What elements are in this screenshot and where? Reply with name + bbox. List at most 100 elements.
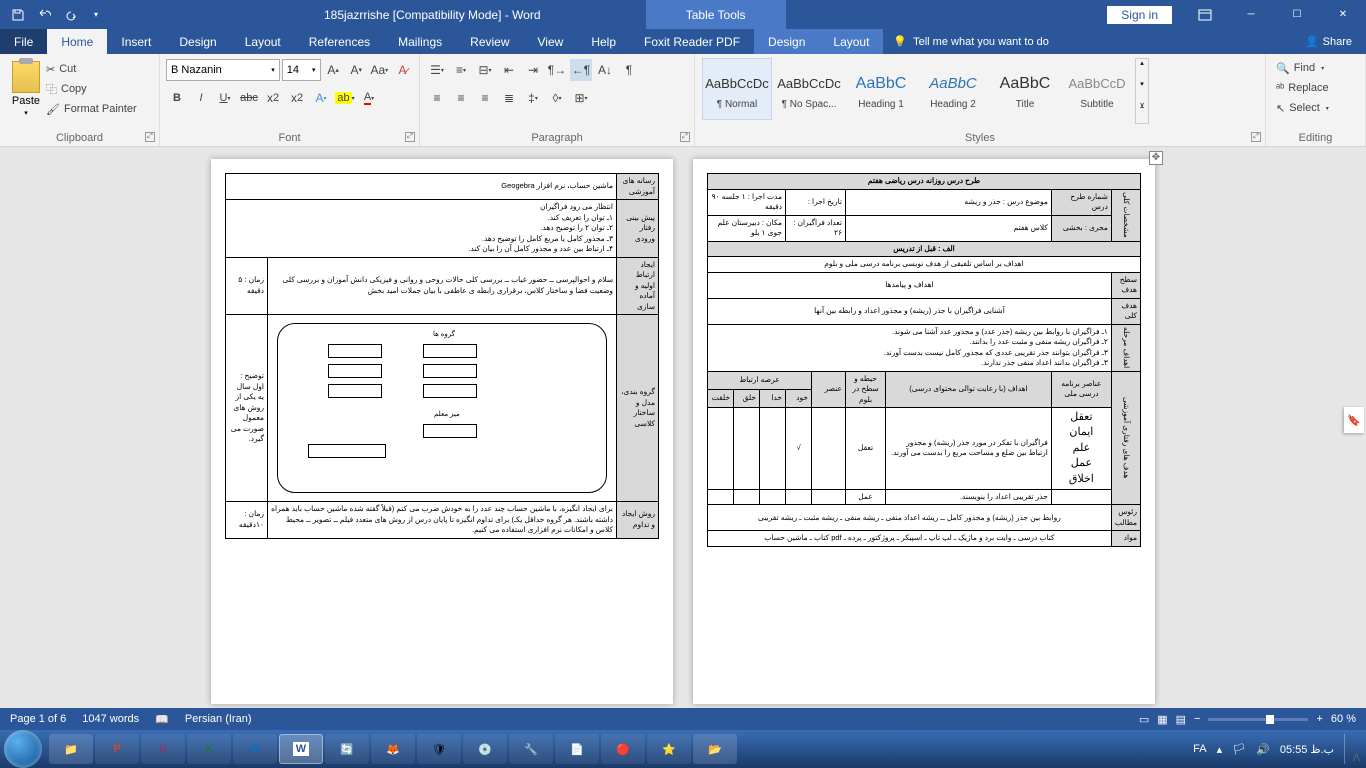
task-powerpoint[interactable]: P	[95, 734, 139, 764]
tab-view[interactable]: View	[524, 29, 578, 54]
undo-icon[interactable]	[32, 4, 56, 26]
align-right-button[interactable]: ≡	[474, 87, 496, 109]
font-size-combo[interactable]: 14▾	[282, 59, 321, 81]
zoom-out-button[interactable]: −	[1194, 713, 1200, 725]
sign-in-button[interactable]: Sign in	[1107, 6, 1172, 24]
text-effects-button[interactable]: A▾	[310, 87, 332, 109]
table-move-handle[interactable]: ✥	[1149, 151, 1163, 165]
task-onenote[interactable]: N	[141, 734, 185, 764]
font-name-combo[interactable]: B Nazanin▾	[166, 59, 280, 81]
collapse-ribbon-icon[interactable]: ᐱ	[1353, 753, 1360, 764]
task-app4[interactable]: 🔧	[509, 734, 553, 764]
language-indicator[interactable]: Persian (Iran)	[185, 713, 252, 725]
ribbon-display-icon[interactable]	[1182, 0, 1228, 29]
tell-me-search[interactable]: 💡Tell me what you want to do	[883, 35, 1058, 48]
word-count[interactable]: 1047 words	[82, 713, 139, 725]
style-subtitle[interactable]: AaBbCcDSubtitle	[1062, 58, 1132, 120]
grow-font-button[interactable]: A▴	[323, 59, 344, 81]
tray-clock[interactable]: ب.ظ 05:55	[1280, 743, 1334, 756]
tab-insert[interactable]: Insert	[107, 29, 165, 54]
subscript-button[interactable]: x2	[262, 87, 284, 109]
task-app3[interactable]: 💿	[463, 734, 507, 764]
tray-lang[interactable]: FA	[1193, 743, 1206, 755]
save-icon[interactable]	[6, 4, 30, 26]
select-button[interactable]: ↖Select▾	[1272, 98, 1359, 118]
task-word[interactable]: W	[279, 734, 323, 764]
task-explorer[interactable]: 📁	[49, 734, 93, 764]
dialog-launcher-icon[interactable]: ⤢	[680, 132, 690, 142]
task-app5[interactable]: 📄	[555, 734, 599, 764]
format-painter-button[interactable]: 🖌Format Painter	[46, 100, 137, 118]
task-app1[interactable]: 🔄	[325, 734, 369, 764]
styles-gallery[interactable]: AaBbCcDc¶ Normal AaBbCcDc¶ No Spac... Aa…	[701, 56, 1259, 126]
print-layout-icon[interactable]: ▦	[1157, 713, 1167, 726]
ltr-button[interactable]: ¶→	[546, 59, 568, 81]
tray-volume-icon[interactable]: 🔊	[1256, 743, 1270, 756]
task-firefox[interactable]: 🦊	[371, 734, 415, 764]
start-button[interactable]	[4, 730, 42, 768]
style-heading2[interactable]: AaBbCHeading 2	[918, 58, 988, 120]
rtl-button[interactable]: ←¶	[570, 59, 592, 81]
decrease-indent-button[interactable]: ⇤	[498, 59, 520, 81]
tab-home[interactable]: Home	[47, 29, 107, 54]
document-area[interactable]: رسانه های آموزشیماشین حساب، نرم افزار Ge…	[0, 147, 1366, 708]
tab-design[interactable]: Design	[165, 29, 230, 54]
tray-flag-icon[interactable]: 🏳	[1232, 743, 1246, 756]
tab-references[interactable]: References	[295, 29, 384, 54]
dialog-launcher-icon[interactable]: ⤢	[145, 132, 155, 142]
task-excel[interactable]: X	[187, 734, 231, 764]
web-layout-icon[interactable]: ▤	[1176, 713, 1186, 726]
task-outlook[interactable]: O	[233, 734, 277, 764]
spellcheck-icon[interactable]: 📖	[155, 713, 169, 726]
minimize-button[interactable]: ─	[1228, 0, 1274, 29]
style-heading1[interactable]: AaBbCHeading 1	[846, 58, 916, 120]
highlight-button[interactable]: ab▾	[334, 87, 356, 109]
copy-button[interactable]: ⿻Copy	[46, 80, 137, 98]
replace-button[interactable]: ᵃᵇReplace	[1272, 78, 1359, 98]
line-spacing-button[interactable]: ‡▾	[522, 87, 544, 109]
show-desktop[interactable]	[1344, 734, 1352, 764]
qat-more-icon[interactable]: ▾	[84, 4, 108, 26]
style-no-spacing[interactable]: AaBbCcDc¶ No Spac...	[774, 58, 844, 120]
gallery-up-icon[interactable]: ▴	[1136, 59, 1148, 80]
align-center-button[interactable]: ≡	[450, 87, 472, 109]
tray-up-icon[interactable]: ▴	[1217, 743, 1223, 756]
underline-button[interactable]: U▾	[214, 87, 236, 109]
tab-layout[interactable]: Layout	[231, 29, 295, 54]
task-folder[interactable]: 📂	[693, 734, 737, 764]
borders-button[interactable]: ⊞▾	[570, 87, 592, 109]
close-button[interactable]: ✕	[1320, 0, 1366, 29]
zoom-slider[interactable]	[1208, 718, 1308, 721]
sort-button[interactable]: A↓	[594, 59, 616, 81]
show-marks-button[interactable]: ¶	[618, 59, 640, 81]
gallery-more-icon[interactable]: ⊻	[1136, 102, 1148, 123]
share-button[interactable]: 👤Share	[1291, 35, 1366, 48]
task-app6[interactable]: ⭐	[647, 734, 691, 764]
zoom-in-button[interactable]: +	[1316, 713, 1322, 725]
strikethrough-button[interactable]: abc	[238, 87, 260, 109]
tab-help[interactable]: Help	[577, 29, 630, 54]
clear-formatting-button[interactable]: A̷	[392, 59, 413, 81]
zoom-level[interactable]: 60 %	[1331, 713, 1356, 725]
numbering-button[interactable]: ≡▾	[450, 59, 472, 81]
cut-button[interactable]: ✂Cut	[46, 60, 137, 78]
change-case-button[interactable]: Aa▾	[369, 59, 390, 81]
tab-review[interactable]: Review	[456, 29, 523, 54]
font-color-button[interactable]: A▾	[358, 87, 380, 109]
read-mode-icon[interactable]: ▭	[1139, 713, 1149, 726]
justify-button[interactable]: ≣	[498, 87, 520, 109]
superscript-button[interactable]: x2	[286, 87, 308, 109]
find-button[interactable]: 🔍Find▾	[1272, 58, 1359, 78]
task-chrome[interactable]: 🔴	[601, 734, 645, 764]
style-title[interactable]: AaBbCTitle	[990, 58, 1060, 120]
bold-button[interactable]: B	[166, 87, 188, 109]
gallery-down-icon[interactable]: ▾	[1136, 80, 1148, 101]
increase-indent-button[interactable]: ⇥	[522, 59, 544, 81]
task-app2[interactable]: 🛡	[417, 734, 461, 764]
bullets-button[interactable]: ☰▾	[426, 59, 448, 81]
align-left-button[interactable]: ≡	[426, 87, 448, 109]
tab-mailings[interactable]: Mailings	[384, 29, 456, 54]
multilevel-button[interactable]: ⊟▾	[474, 59, 496, 81]
page-indicator[interactable]: Page 1 of 6	[10, 713, 66, 725]
shading-button[interactable]: ◊▾	[546, 87, 568, 109]
